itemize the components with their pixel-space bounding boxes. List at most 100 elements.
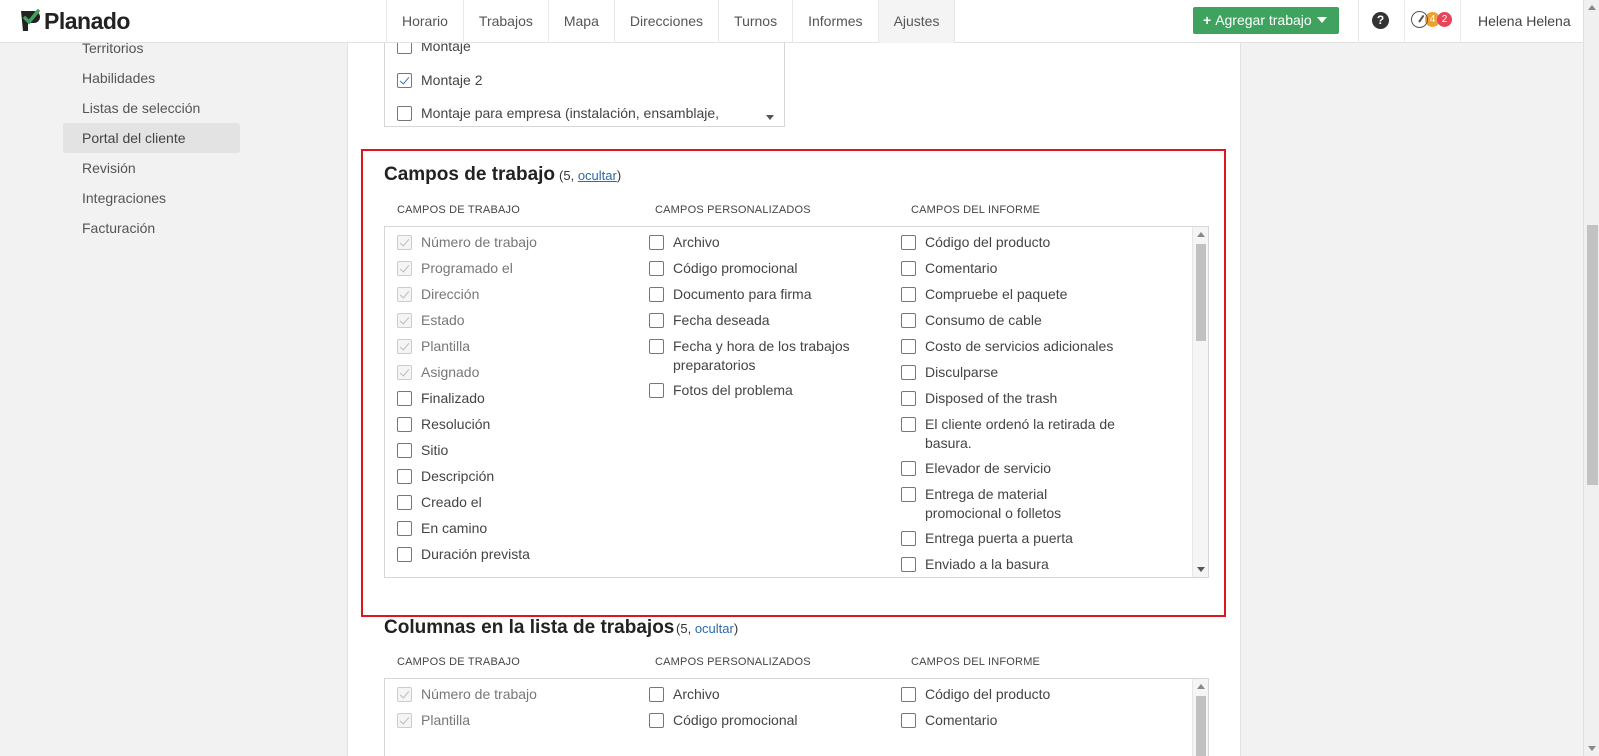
checkbox[interactable]	[397, 469, 412, 484]
field-option[interactable]: Sitio	[397, 441, 617, 460]
scroll-down-icon[interactable]	[1197, 567, 1205, 572]
nav-turnos[interactable]: Turnos	[719, 0, 794, 43]
checkbox[interactable]	[901, 461, 916, 476]
checkbox[interactable]	[649, 235, 664, 250]
checkbox[interactable]	[397, 521, 412, 536]
checkbox[interactable]	[397, 106, 412, 121]
checkbox[interactable]	[397, 547, 412, 562]
checkbox[interactable]	[901, 687, 916, 702]
nav-direcciones[interactable]: Direcciones	[615, 0, 720, 43]
checkbox[interactable]	[397, 261, 412, 276]
hide-link[interactable]: ocultar	[695, 621, 734, 636]
checkbox[interactable]	[649, 687, 664, 702]
field-option[interactable]: Programado el	[397, 259, 617, 278]
scroll-up-icon[interactable]	[1588, 5, 1596, 10]
field-option[interactable]: Fotos del problema	[649, 381, 869, 400]
field-option[interactable]: Entrega de material promocional o follet…	[901, 485, 1126, 523]
field-option[interactable]: Código del producto	[901, 233, 1126, 252]
checkbox[interactable]	[397, 235, 412, 250]
field-option[interactable]: Finalizado	[397, 389, 617, 408]
list-item[interactable]: Montaje 2	[397, 71, 482, 90]
field-option[interactable]: Plantilla	[397, 711, 617, 730]
checkbox[interactable]	[901, 365, 916, 380]
field-option[interactable]: Asignado	[397, 363, 617, 382]
list-item[interactable]: Montaje	[397, 43, 471, 56]
checkbox[interactable]	[397, 43, 412, 54]
checkbox[interactable]	[397, 313, 412, 328]
field-option[interactable]: Fecha y hora de los trabajos preparatori…	[649, 337, 869, 375]
field-option[interactable]: Archivo	[649, 685, 869, 704]
checkbox[interactable]	[901, 391, 916, 406]
page-scrollbar[interactable]	[1583, 0, 1599, 756]
sidebar-item-portal[interactable]: Portal del cliente	[63, 123, 240, 153]
nav-horario[interactable]: Horario	[387, 0, 464, 43]
checkbox[interactable]	[649, 713, 664, 728]
field-option[interactable]: Plantilla	[397, 337, 617, 356]
checkbox[interactable]	[397, 391, 412, 406]
list-item[interactable]: Montaje para empresa (instalación, ensam…	[397, 104, 719, 123]
field-option[interactable]: Fecha deseada	[649, 311, 869, 330]
checkbox[interactable]	[397, 73, 412, 88]
checkbox[interactable]	[901, 313, 916, 328]
field-option[interactable]: Código promocional	[649, 259, 869, 278]
field-option[interactable]: Compruebe el paquete	[901, 285, 1126, 304]
scroll-up-icon[interactable]	[1197, 684, 1205, 689]
scroll-down-icon[interactable]	[1588, 746, 1596, 751]
checkbox[interactable]	[397, 495, 412, 510]
checkbox[interactable]	[901, 531, 916, 546]
field-option[interactable]: Duración prevista	[397, 545, 617, 564]
checkbox[interactable]	[901, 557, 916, 572]
field-option[interactable]: Código promocional	[649, 711, 869, 730]
checkbox[interactable]	[397, 443, 412, 458]
field-option[interactable]: Archivo	[649, 233, 869, 252]
field-option[interactable]: Documento para firma	[649, 285, 869, 304]
checkbox[interactable]	[649, 261, 664, 276]
field-option[interactable]: Entrega puerta a puerta	[901, 529, 1126, 548]
add-job-button[interactable]: + Agregar trabajo	[1193, 7, 1339, 34]
field-option[interactable]: Dirección	[397, 285, 617, 304]
field-option[interactable]: Número de trabajo	[397, 685, 617, 704]
hide-link[interactable]: ocultar	[578, 168, 617, 183]
field-option[interactable]: Estado	[397, 311, 617, 330]
checkbox[interactable]	[397, 339, 412, 354]
field-option[interactable]: Resolución	[397, 415, 617, 434]
checkbox[interactable]	[901, 417, 916, 432]
checkbox[interactable]	[649, 287, 664, 302]
logo[interactable]: Planado	[18, 7, 130, 35]
field-option[interactable]: En camino	[397, 519, 617, 538]
sidebar-item-revision[interactable]: Revisión	[63, 153, 240, 183]
checkbox[interactable]	[397, 287, 412, 302]
notifications[interactable]: 4 2	[1411, 11, 1452, 28]
checkbox[interactable]	[397, 713, 412, 728]
sidebar-item-listas[interactable]: Listas de selección	[63, 93, 240, 123]
field-option[interactable]: Creado el	[397, 493, 617, 512]
checkbox[interactable]	[901, 287, 916, 302]
scroll-up-icon[interactable]	[1197, 232, 1205, 237]
field-option[interactable]: Número de trabajo	[397, 233, 617, 252]
checkbox[interactable]	[901, 487, 916, 502]
checkbox[interactable]	[901, 713, 916, 728]
field-option[interactable]: Elevador de servicio	[901, 459, 1126, 478]
checkbox[interactable]	[901, 235, 916, 250]
field-option[interactable]: Disculparse	[901, 363, 1126, 382]
field-option[interactable]: Comentario	[901, 711, 1126, 730]
nav-ajustes[interactable]: Ajustes	[878, 0, 956, 43]
checkbox[interactable]	[397, 687, 412, 702]
sidebar-item-integraciones[interactable]: Integraciones	[63, 183, 240, 213]
sidebar-item-habilidades[interactable]: Habilidades	[63, 63, 240, 93]
checkbox[interactable]	[649, 339, 664, 354]
field-option[interactable]: Código del producto	[901, 685, 1126, 704]
user-menu[interactable]: Helena Helena	[1478, 0, 1571, 42]
scroll-thumb[interactable]	[1196, 696, 1206, 756]
checkbox[interactable]	[901, 339, 916, 354]
field-option[interactable]: Enviado a la basura	[901, 555, 1126, 574]
checkbox[interactable]	[649, 383, 664, 398]
field-option[interactable]: Disposed of the trash	[901, 389, 1126, 408]
nav-trabajos[interactable]: Trabajos	[464, 0, 549, 43]
checkbox[interactable]	[649, 313, 664, 328]
help-icon[interactable]: ?	[1372, 12, 1389, 29]
field-option[interactable]: Consumo de cable	[901, 311, 1126, 330]
field-option[interactable]: El cliente ordenó la retirada de basura.	[901, 415, 1126, 453]
checkbox[interactable]	[901, 261, 916, 276]
sidebar-item-facturacion[interactable]: Facturación	[63, 213, 240, 243]
